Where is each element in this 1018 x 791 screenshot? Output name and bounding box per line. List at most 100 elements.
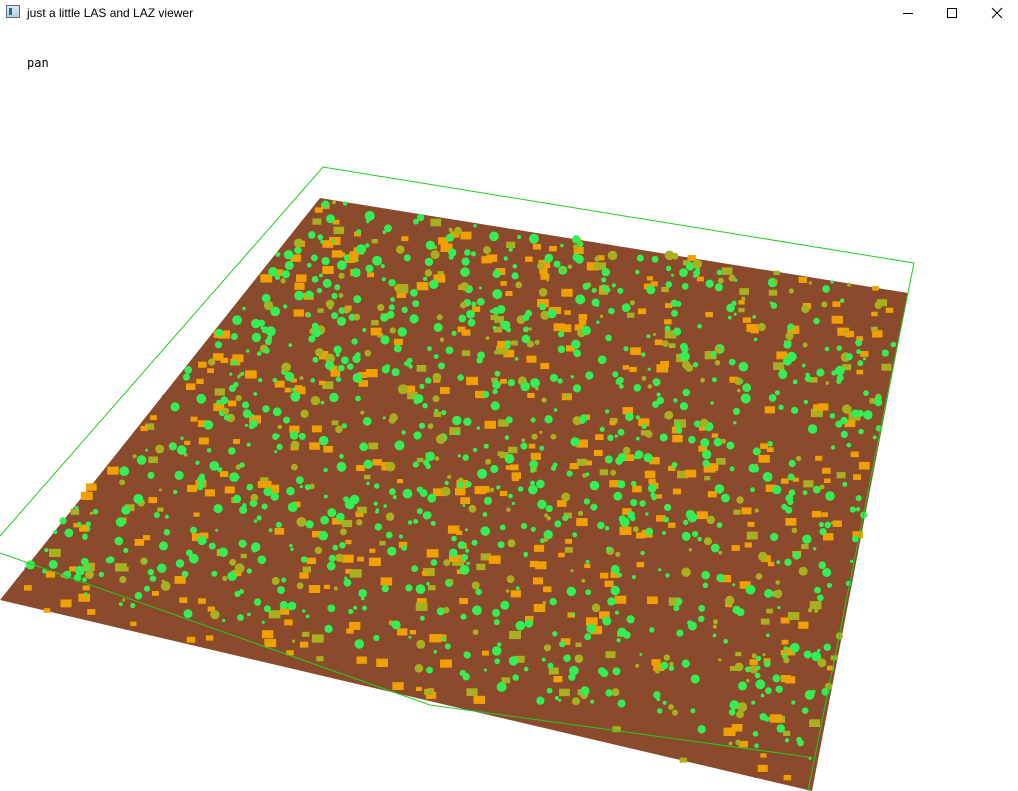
point-cluster <box>802 352 805 354</box>
app-window-icon[interactable] <box>6 5 20 18</box>
point-cluster <box>856 409 864 417</box>
point-cluster <box>337 432 340 435</box>
point-cluster <box>562 259 565 261</box>
point-cluster <box>762 596 764 598</box>
point-cluster <box>671 546 674 549</box>
point-cloud-viewport[interactable] <box>0 26 1018 791</box>
close-button[interactable] <box>974 0 1018 26</box>
point-cluster <box>182 526 185 529</box>
point-cluster <box>228 447 236 455</box>
point-cluster <box>760 753 767 758</box>
point-cluster <box>309 214 312 217</box>
point-cluster <box>332 200 336 205</box>
point-cluster <box>577 572 580 575</box>
point-cluster <box>204 462 207 465</box>
point-cluster <box>716 522 723 528</box>
point-cluster <box>599 572 609 579</box>
point-cluster <box>685 469 697 478</box>
point-cluster <box>809 708 811 711</box>
point-cluster <box>610 564 620 574</box>
point-cluster <box>428 585 436 591</box>
point-cluster <box>830 280 834 284</box>
point-cluster <box>330 370 341 377</box>
point-cluster <box>766 447 774 452</box>
point-cluster <box>222 407 230 415</box>
point-cluster <box>811 510 821 518</box>
point-cluster <box>447 525 460 534</box>
point-cluster <box>801 505 803 507</box>
point-cluster <box>338 364 345 372</box>
point-cluster <box>404 345 406 347</box>
point-cluster <box>589 480 600 491</box>
point-cluster <box>82 542 84 544</box>
point-cluster <box>727 699 730 702</box>
point-cluster <box>846 442 852 448</box>
point-cluster <box>296 274 307 282</box>
point-cluster <box>477 468 488 479</box>
point-cluster <box>565 568 568 571</box>
point-cluster <box>541 494 544 497</box>
point-cluster <box>327 508 337 518</box>
point-cluster <box>163 529 171 536</box>
point-cluster <box>632 497 634 500</box>
point-cluster <box>451 439 454 442</box>
point-cluster <box>510 521 513 523</box>
point-cluster <box>696 276 704 282</box>
point-cluster <box>783 646 788 651</box>
point-cluster <box>483 496 493 505</box>
point-cluster <box>845 308 848 311</box>
point-cluster <box>355 224 357 226</box>
point-cluster <box>756 702 759 704</box>
point-cluster <box>561 288 573 297</box>
point-cluster <box>726 441 735 450</box>
point-cluster <box>457 374 464 381</box>
point-cluster <box>416 639 426 649</box>
point-cluster <box>836 387 839 389</box>
point-cluster <box>496 485 501 490</box>
point-cluster <box>654 339 663 346</box>
point-cluster <box>232 494 242 503</box>
point-cluster <box>710 351 717 358</box>
point-cluster <box>860 285 863 287</box>
point-cluster <box>329 352 331 354</box>
point-cluster <box>476 357 483 364</box>
point-cluster <box>574 254 584 264</box>
point-cluster <box>896 328 898 331</box>
minimize-button[interactable] <box>885 0 931 26</box>
close-icon <box>991 7 1003 19</box>
point-cluster <box>700 418 709 427</box>
point-cluster <box>203 420 214 430</box>
point-cluster <box>702 602 704 604</box>
point-cluster <box>573 433 575 436</box>
point-cluster <box>679 268 688 277</box>
point-cluster <box>723 727 736 736</box>
point-cluster <box>697 393 700 396</box>
point-cluster <box>777 606 781 610</box>
point-cluster <box>787 323 795 331</box>
point-cluster <box>826 582 833 588</box>
point-cluster <box>401 306 408 313</box>
point-cluster <box>636 561 645 568</box>
point-cluster <box>268 419 271 422</box>
point-cluster <box>634 494 636 497</box>
point-cluster <box>447 367 450 370</box>
point-cluster <box>615 551 621 557</box>
point-cluster <box>441 673 444 676</box>
point-cluster <box>130 602 136 609</box>
point-cluster <box>547 244 550 247</box>
point-cluster <box>679 351 690 362</box>
point-cluster <box>671 309 678 317</box>
point-cluster <box>572 532 578 538</box>
point-cluster <box>211 570 218 577</box>
point-cluster <box>184 366 193 374</box>
point-cluster <box>822 467 831 474</box>
point-cluster <box>304 484 311 491</box>
point-cluster <box>704 476 711 481</box>
point-cluster <box>696 725 699 728</box>
point-cluster <box>813 547 817 551</box>
maximize-button[interactable] <box>929 0 975 26</box>
point-cluster <box>791 723 793 725</box>
point-cluster <box>444 480 449 486</box>
point-cluster <box>464 249 471 256</box>
point-cluster <box>560 432 563 435</box>
